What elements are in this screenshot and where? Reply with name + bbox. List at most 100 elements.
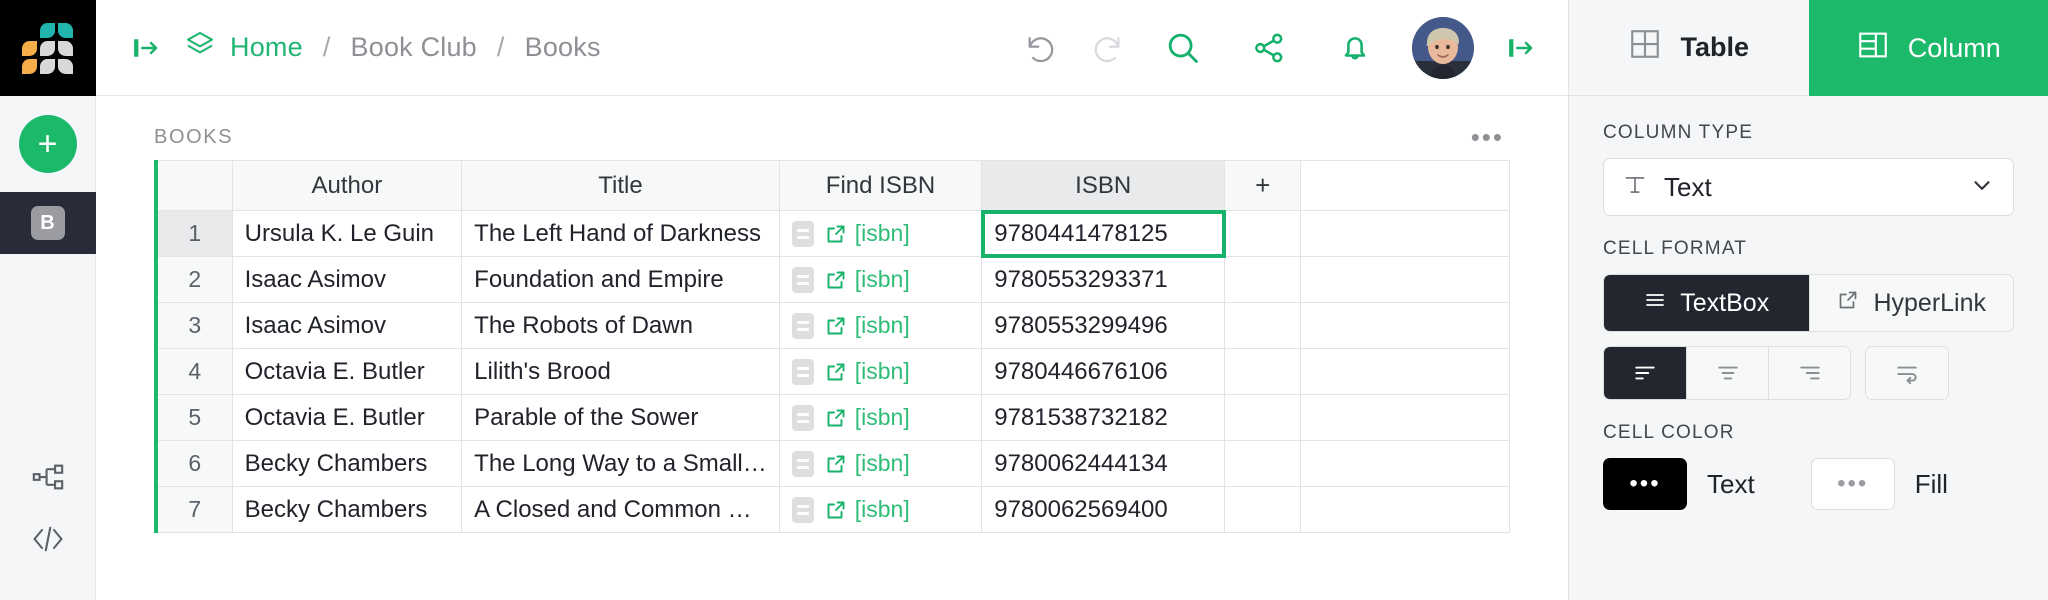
search-icon[interactable] — [1140, 0, 1226, 96]
breadcrumb-home[interactable]: Home — [230, 32, 303, 63]
app-logo[interactable] — [0, 0, 96, 96]
cell-isbn[interactable]: 9781538732182 — [982, 395, 1225, 441]
grid-header: Author Title Find ISBN ISBN + — [156, 161, 1510, 211]
align-wrap-button[interactable] — [1866, 347, 1948, 399]
text-color-dots: ••• — [1629, 472, 1660, 496]
cell-title[interactable]: Lilith's Brood — [462, 349, 780, 395]
cell-isbn[interactable]: 9780553293371 — [982, 257, 1225, 303]
drag-handle-icon[interactable] — [792, 405, 814, 431]
cell-author[interactable]: Becky Chambers — [232, 441, 462, 487]
alignment-row — [1603, 346, 2014, 400]
right-panel: Table Column COLUMN TYPE — [1568, 0, 2048, 600]
cell-title[interactable]: The Left Hand of Darkness — [462, 211, 780, 257]
redo-icon[interactable] — [1074, 0, 1140, 96]
external-link-chip[interactable]: [isbn] — [824, 450, 910, 477]
drag-handle-icon[interactable] — [792, 359, 814, 385]
cell-find-isbn[interactable]: [isbn] — [779, 303, 981, 349]
top-bar: Home / Book Club / Books — [96, 0, 1568, 96]
cell-isbn[interactable]: 9780062569400 — [982, 487, 1225, 533]
cell-author[interactable]: Becky Chambers — [232, 487, 462, 533]
external-link-chip[interactable]: [isbn] — [824, 312, 910, 339]
column-type-select[interactable]: Text — [1603, 158, 2014, 216]
cell-author[interactable]: Isaac Asimov — [232, 257, 462, 303]
breadcrumb-books[interactable]: Books — [525, 32, 601, 63]
chevron-down-icon[interactable] — [1969, 172, 1995, 203]
text-color-swatch[interactable]: ••• — [1603, 458, 1687, 510]
align-right-button[interactable] — [1768, 347, 1850, 399]
add-new-button[interactable]: + — [19, 115, 77, 173]
cell-find-isbn[interactable]: [isbn] — [779, 441, 981, 487]
cell-find-isbn[interactable]: [isbn] — [779, 487, 981, 533]
cell-title[interactable]: Parable of the Sower — [462, 395, 780, 441]
drag-handle-icon[interactable] — [792, 267, 814, 293]
cell-find-isbn[interactable]: [isbn] — [779, 257, 981, 303]
textbox-option[interactable]: TextBox — [1604, 275, 1809, 331]
external-link-chip[interactable]: [isbn] — [824, 220, 910, 247]
table-row[interactable]: 4 Octavia E. Butler Lilith's Brood — [156, 349, 1510, 395]
drag-handle-icon[interactable] — [792, 221, 814, 247]
logo-leaf-grid — [22, 23, 73, 74]
cell-author[interactable]: Octavia E. Butler — [232, 349, 462, 395]
cell-pad — [1301, 349, 1510, 395]
share-icon[interactable] — [1226, 0, 1312, 96]
cell-author[interactable]: Octavia E. Butler — [232, 395, 462, 441]
add-column-button[interactable]: + — [1225, 161, 1301, 211]
header-isbn[interactable]: ISBN — [982, 161, 1225, 211]
breadcrumb-book-club[interactable]: Book Club — [351, 32, 477, 63]
cell-find-isbn[interactable]: [isbn] — [779, 395, 981, 441]
cell-isbn[interactable]: 9780062444134 — [982, 441, 1225, 487]
align-wrap-group — [1865, 346, 1949, 400]
top-bar-actions — [1008, 0, 1568, 96]
align-left-button[interactable] — [1604, 347, 1686, 399]
tab-column[interactable]: Column — [1809, 0, 2048, 96]
table-row[interactable]: 2 Isaac Asimov Foundation and Empire — [156, 257, 1510, 303]
tab-table[interactable]: Table — [1569, 0, 1809, 96]
panel-collapse-icon[interactable] — [120, 33, 172, 63]
code-icon[interactable] — [0, 508, 96, 570]
cell-isbn-selected[interactable]: 9780441478125 — [982, 211, 1225, 257]
cell-title[interactable]: The Robots of Dawn — [462, 303, 780, 349]
cell-title[interactable]: A Closed and Common … — [462, 487, 780, 533]
cell-isbn[interactable]: 9780553299496 — [982, 303, 1225, 349]
sheet-area: BOOKS ••• Author Title Find ISBN ISBN + — [96, 96, 1568, 600]
table-row[interactable]: 3 Isaac Asimov The Robots of Dawn — [156, 303, 1510, 349]
text-color-label: Text — [1707, 469, 1755, 500]
user-avatar[interactable] — [1412, 17, 1474, 79]
table-grid-icon — [1628, 27, 1662, 68]
logo-leaf-7 — [22, 59, 37, 74]
cell-isbn[interactable]: 9780446676106 — [982, 349, 1225, 395]
cell-author[interactable]: Ursula K. Le Guin — [232, 211, 462, 257]
external-link-chip[interactable]: [isbn] — [824, 404, 910, 431]
table-row[interactable]: 7 Becky Chambers A Closed and Common … — [156, 487, 1510, 533]
drag-handle-icon[interactable] — [792, 451, 814, 477]
flow-icon[interactable] — [0, 446, 96, 508]
align-center-button[interactable] — [1686, 347, 1768, 399]
sheet-title: BOOKS — [154, 126, 233, 149]
external-link-chip[interactable]: [isbn] — [824, 266, 910, 293]
bell-icon[interactable] — [1312, 0, 1398, 96]
fill-color-swatch[interactable]: ••• — [1811, 458, 1895, 510]
breadcrumb-sep-2: / — [497, 32, 505, 63]
header-author[interactable]: Author — [232, 161, 462, 211]
external-link-chip[interactable]: [isbn] — [824, 358, 910, 385]
header-find-isbn[interactable]: Find ISBN — [779, 161, 981, 211]
cell-find-isbn[interactable]: [isbn] — [779, 349, 981, 395]
hyperlink-option[interactable]: HyperLink — [1809, 275, 2014, 331]
drag-handle-icon[interactable] — [792, 497, 814, 523]
header-title[interactable]: Title — [462, 161, 780, 211]
table-row[interactable]: 1 Ursula K. Le Guin The Left Hand of Dar… — [156, 211, 1510, 257]
sheet-more-menu[interactable]: ••• — [1471, 122, 1510, 153]
cell-find-isbn[interactable]: [isbn] — [779, 211, 981, 257]
cell-title[interactable]: The Long Way to a Small… — [462, 441, 780, 487]
sign-out-icon[interactable] — [1488, 0, 1554, 96]
table-row[interactable]: 5 Octavia E. Butler Parable of the Sower — [156, 395, 1510, 441]
table-row[interactable]: 6 Becky Chambers The Long Way to a Small… — [156, 441, 1510, 487]
row-number: 4 — [156, 349, 232, 395]
header-pad — [1301, 161, 1510, 211]
cell-title[interactable]: Foundation and Empire — [462, 257, 780, 303]
workspace-item-b[interactable]: B — [0, 192, 96, 254]
drag-handle-icon[interactable] — [792, 313, 814, 339]
cell-author[interactable]: Isaac Asimov — [232, 303, 462, 349]
external-link-chip[interactable]: [isbn] — [824, 496, 910, 523]
undo-icon[interactable] — [1008, 0, 1074, 96]
